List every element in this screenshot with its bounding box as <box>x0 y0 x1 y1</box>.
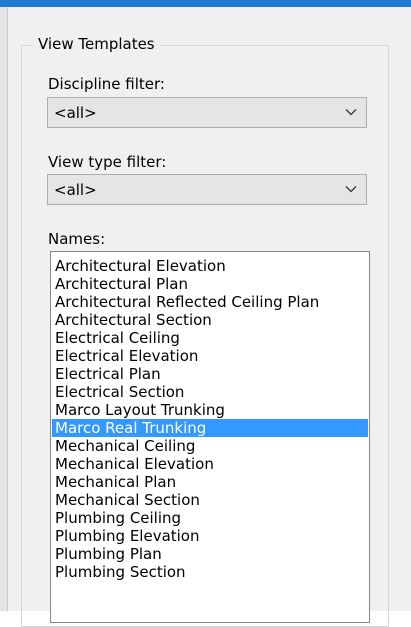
list-item[interactable]: Marco Layout Trunking <box>52 401 368 419</box>
list-item[interactable]: Electrical Elevation <box>52 347 368 365</box>
list-item[interactable]: Plumbing Ceiling <box>52 509 368 527</box>
list-item[interactable]: Architectural Reflected Ceiling Plan <box>52 293 368 311</box>
chevron-down-icon <box>345 109 357 116</box>
view-type-filter-value: <all> <box>54 181 97 199</box>
list-item[interactable]: Architectural Plan <box>52 275 368 293</box>
view-type-filter-dropdown[interactable]: <all> <box>47 174 367 205</box>
list-item[interactable]: Mechanical Section <box>52 491 368 509</box>
list-item[interactable]: Electrical Section <box>52 383 368 401</box>
left-edge <box>0 7 8 611</box>
list-item[interactable]: Plumbing Plan <box>52 545 368 563</box>
list-item[interactable]: Plumbing Elevation <box>52 527 368 545</box>
list-item-selected[interactable]: Marco Real Trunking <box>52 419 368 437</box>
view-type-filter-label: View type filter: <box>48 153 167 171</box>
list-item[interactable]: Mechanical Ceiling <box>52 437 368 455</box>
discipline-filter-label: Discipline filter: <box>48 75 165 93</box>
chevron-down-icon <box>345 186 357 193</box>
list-item[interactable]: Plumbing Section <box>52 563 368 581</box>
group-title: View Templates <box>33 34 160 54</box>
list-item[interactable]: Electrical Ceiling <box>52 329 368 347</box>
list-item[interactable]: Electrical Plan <box>52 365 368 383</box>
discipline-filter-value: <all> <box>54 104 97 122</box>
names-label: Names: <box>48 230 106 248</box>
list-item[interactable]: Architectural Elevation <box>52 257 368 275</box>
list-item[interactable]: Mechanical Plan <box>52 473 368 491</box>
discipline-filter-dropdown[interactable]: <all> <box>47 97 367 128</box>
list-item[interactable]: Mechanical Elevation <box>52 455 368 473</box>
window-accent-bar <box>0 0 411 7</box>
list-item[interactable]: Architectural Section <box>52 311 368 329</box>
names-listbox[interactable]: Architectural Elevation Architectural Pl… <box>50 251 370 623</box>
